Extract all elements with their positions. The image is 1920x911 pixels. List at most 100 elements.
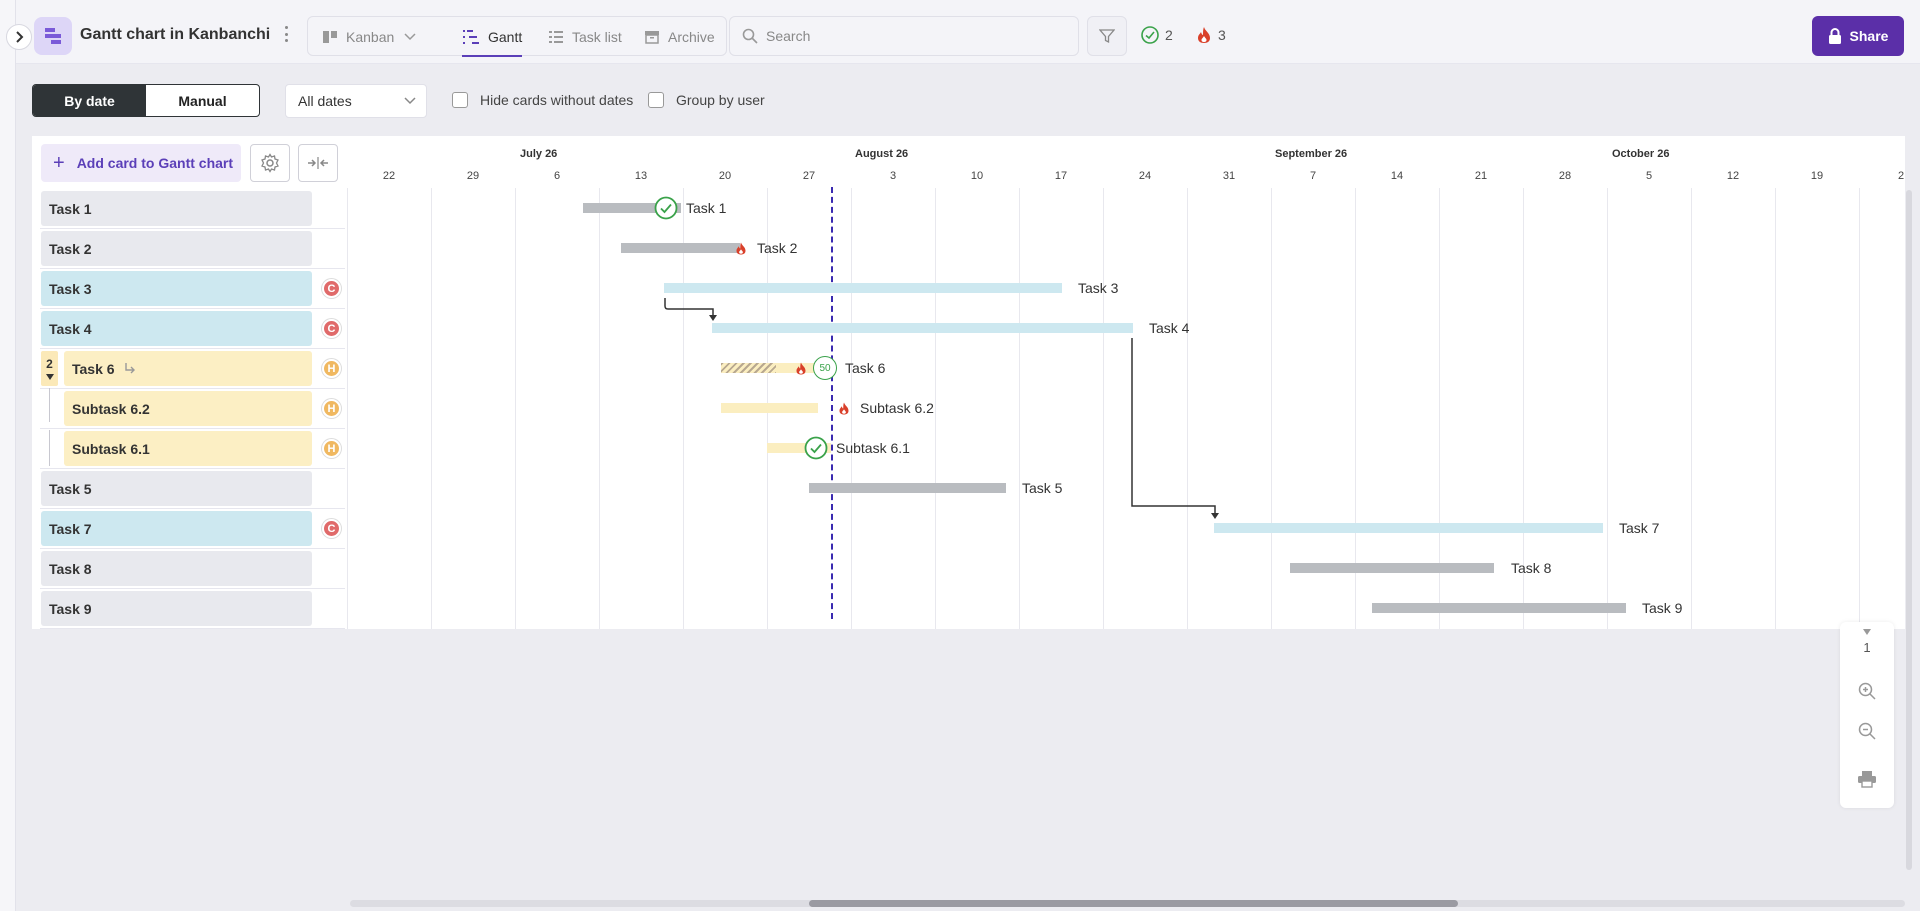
task-row-label[interactable]: Task 4	[41, 311, 312, 346]
subtasks-toggle[interactable]: 2	[41, 351, 58, 386]
bar-label-text: Task 8	[1511, 560, 1552, 576]
grid-line	[935, 188, 936, 629]
day-label: 24	[1138, 170, 1152, 182]
bar-label-text: Subtask 6.1	[836, 440, 910, 456]
gantt-bar[interactable]	[1290, 563, 1494, 573]
hide-cards-without-dates-checkbox[interactable]: Hide cards without dates	[452, 92, 633, 108]
row-divider	[40, 468, 345, 469]
row-label-text: Task 4	[49, 320, 92, 337]
task-row-label[interactable]: Task 7	[41, 511, 312, 546]
done-counter[interactable]: 2	[1141, 26, 1173, 44]
row-label-text: Task 8	[49, 560, 92, 577]
manual-button[interactable]: Manual	[146, 85, 259, 116]
grid-line	[1775, 188, 1776, 629]
checkbox-box[interactable]	[648, 92, 664, 108]
tab-kanban[interactable]: Kanban	[322, 17, 424, 57]
row-divider	[40, 308, 345, 309]
tab-archive[interactable]: Archive	[644, 17, 715, 57]
row-label-text: Subtask 6.2	[72, 400, 150, 417]
horizontal-scrollbar[interactable]	[350, 900, 1905, 907]
grid-line	[515, 188, 516, 629]
day-label: 19	[1810, 170, 1824, 182]
search-box[interactable]	[729, 16, 1079, 56]
task-row-label[interactable]: Task 2	[41, 231, 312, 266]
bar-label-text: Task 3	[1078, 280, 1119, 296]
add-card-button[interactable]: + Add card to Gantt chart	[41, 144, 241, 182]
dates-filter-select[interactable]: All dates	[285, 84, 427, 118]
search-input[interactable]	[766, 28, 1066, 44]
collapse-columns-button[interactable]	[298, 144, 338, 182]
tab-gantt[interactable]: Gantt	[462, 17, 523, 57]
by-date-button[interactable]: By date	[33, 85, 146, 116]
tab-task-list[interactable]: Task list	[548, 17, 622, 57]
bar-label-text: Task 1	[686, 200, 727, 216]
gantt-settings-button[interactable]	[250, 144, 290, 182]
expand-sidebar-button[interactable]	[6, 24, 32, 50]
gantt-bar[interactable]	[1214, 523, 1603, 533]
grid-line	[431, 188, 432, 629]
zoom-out-button[interactable]	[1850, 714, 1884, 748]
tab-gantt-label: Gantt	[488, 29, 523, 45]
day-label: 28	[1558, 170, 1572, 182]
bar-label-text: Task 9	[1642, 600, 1683, 616]
horizontal-scrollbar-thumb[interactable]	[809, 900, 1458, 907]
day-label: 31	[1222, 170, 1236, 182]
gantt-bar[interactable]	[712, 323, 1133, 333]
urgent-counter[interactable]: 3	[1196, 26, 1226, 44]
priority-badge: H	[322, 439, 341, 458]
add-card-label: Add card to Gantt chart	[76, 155, 234, 171]
filter-button[interactable]	[1087, 16, 1127, 56]
bar-label[interactable]: Task 4	[1149, 316, 1189, 340]
month-label: August 26	[855, 148, 909, 160]
bar-label[interactable]: Task 2	[735, 236, 797, 260]
gantt-bar[interactable]	[664, 283, 1062, 293]
kanban-icon	[323, 31, 337, 43]
task-row-label[interactable]: Task 3	[41, 271, 312, 306]
gantt-bar[interactable]	[721, 403, 818, 413]
gantt-bar[interactable]	[1372, 603, 1626, 613]
page-number[interactable]: 1	[1850, 636, 1884, 658]
day-label: 7	[1309, 170, 1317, 182]
row-label-text: Task 3	[49, 280, 92, 297]
task-row-label[interactable]: Task 9	[41, 591, 312, 626]
bar-label[interactable]: Task 9	[1642, 596, 1682, 620]
vertical-scrollbar[interactable]	[1906, 190, 1912, 870]
bar-label[interactable]: Task 1	[654, 196, 726, 220]
share-button[interactable]: Share	[1812, 16, 1904, 56]
day-label: 21	[1474, 170, 1488, 182]
bar-label[interactable]: Subtask 6.2	[838, 396, 934, 420]
day-label: 20	[718, 170, 732, 182]
task-row-label[interactable]: Task 1	[41, 191, 312, 226]
grid-line	[1103, 188, 1104, 629]
bar-label-text: Task 6	[845, 360, 886, 376]
subtask-count: 2	[46, 357, 53, 371]
board-title[interactable]: Gantt chart in Kanbanchi	[80, 26, 270, 44]
subtask-row-label[interactable]: Task 6	[64, 351, 312, 386]
bar-label[interactable]: Task 7	[1619, 516, 1659, 540]
tab-archive-label: Archive	[668, 29, 715, 45]
subtask-row-label[interactable]: Subtask 6.2	[64, 391, 312, 426]
top-bar: Gantt chart in Kanbanchi Kanban Gantt Ta…	[16, 0, 1920, 64]
tree-connector	[49, 430, 50, 466]
board-menu-icon[interactable]	[280, 22, 292, 46]
bar-label[interactable]: Task 8	[1511, 556, 1551, 580]
caret-down-icon	[1863, 629, 1871, 635]
task-row-label[interactable]: Task 5	[41, 471, 312, 506]
subtasks-icon	[124, 362, 135, 373]
task-row-label[interactable]: Task 8	[41, 551, 312, 586]
bar-label[interactable]: Task 5	[1022, 476, 1062, 500]
print-button[interactable]	[1850, 762, 1884, 796]
grid-line	[1859, 188, 1860, 629]
day-label: 2	[1897, 170, 1905, 182]
gantt-bar[interactable]	[809, 483, 1006, 493]
checkbox-box[interactable]	[452, 92, 468, 108]
group-by-user-checkbox[interactable]: Group by user	[648, 92, 765, 108]
zoom-in-button[interactable]	[1850, 674, 1884, 708]
gantt-bar[interactable]	[621, 243, 740, 253]
bar-label[interactable]: Subtask 6.1	[804, 436, 910, 460]
bar-label[interactable]: 50 Task 6	[795, 356, 885, 380]
bar-label[interactable]: Task 3	[1078, 276, 1118, 300]
subtask-row-label[interactable]: Subtask 6.1	[64, 431, 312, 466]
chevron-down-icon	[404, 97, 416, 105]
today-line	[831, 187, 833, 619]
